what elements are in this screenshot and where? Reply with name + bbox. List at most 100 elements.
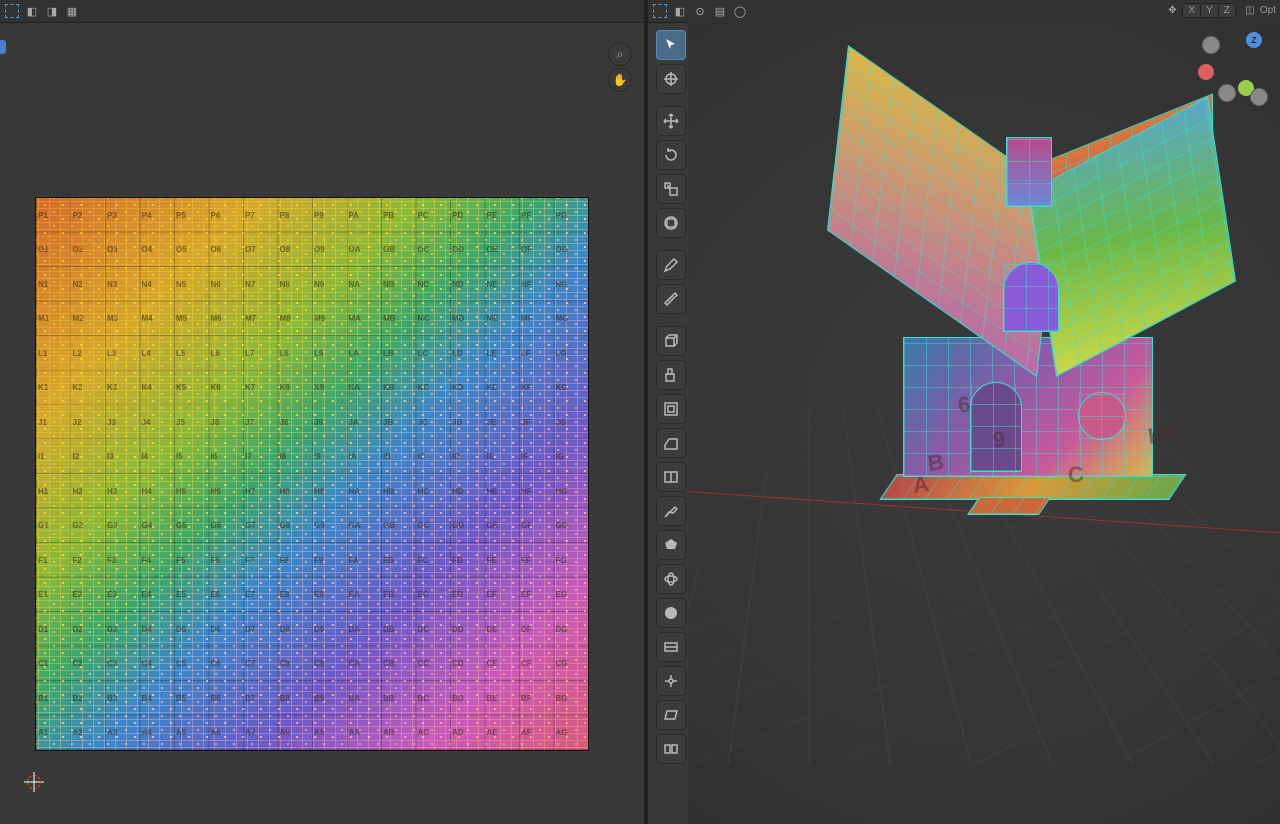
uv-cell-label: P4: [140, 198, 175, 233]
mode-icon[interactable]: ◧: [24, 3, 40, 19]
uv-cell-label: B8: [278, 681, 313, 716]
move-tool[interactable]: [656, 106, 686, 136]
uv-cell-label: FA: [347, 543, 382, 578]
uv-cell-label: A8: [278, 716, 313, 751]
axis-neg-ball[interactable]: [1218, 84, 1236, 102]
axis-neg-ball[interactable]: [1250, 88, 1268, 106]
uv-cell-label: BD: [450, 681, 485, 716]
select-box-icon[interactable]: [652, 3, 668, 19]
uv-cell-label: F4: [140, 543, 175, 578]
uv-cell-label: NF: [519, 267, 554, 302]
uv-cell-label: NC: [416, 267, 451, 302]
uv-cell-label: ME: [485, 302, 520, 337]
uv-cell-label: BC: [416, 681, 451, 716]
uv-cell-label: BE: [485, 681, 520, 716]
axis-neg-ball[interactable]: [1202, 36, 1220, 54]
uv-cell-label: D4: [140, 612, 175, 647]
proportional-icon[interactable]: ◯: [732, 3, 748, 19]
transform-tool[interactable]: [656, 208, 686, 238]
polybuild-tool[interactable]: [656, 530, 686, 560]
rip-tool[interactable]: [656, 734, 686, 764]
options-label[interactable]: Opt: [1260, 5, 1276, 16]
3d-viewport-header: ◧ ⊙ ▤ ◯ ✥ X Y Z ◫ Opt: [648, 0, 1280, 23]
uv-cell-label: J7: [243, 405, 278, 440]
uv-cell-label: A5: [174, 716, 209, 751]
uv-cell-label: KD: [450, 371, 485, 406]
uv-cell-label: C3: [105, 647, 140, 682]
uv-cell-label: J3: [105, 405, 140, 440]
pivot-icon[interactable]: ◨: [44, 3, 60, 19]
snap-icon[interactable]: ▦: [64, 3, 80, 19]
uv-cell-label: CE: [485, 647, 520, 682]
select-tool[interactable]: [656, 30, 686, 60]
overlays-icon[interactable]: ◫: [1242, 2, 1258, 18]
uv-cell-label: MD: [450, 302, 485, 337]
rotate-tool[interactable]: [656, 140, 686, 170]
inset-tool[interactable]: [656, 394, 686, 424]
uv-cell-label: I4: [140, 440, 175, 475]
uv-cell-label: JE: [485, 405, 520, 440]
uv-cell-label: O4: [140, 233, 175, 268]
uv-cell-label: GA: [347, 509, 382, 544]
uv-editor-panel: ◧ ◨ ▦ ⌕ ✋ P1P2P3P4P5P6P7P8P9PAPBPCPDPEPF…: [0, 0, 644, 824]
header-right-cluster: ✥ X Y Z ◫ Opt: [1164, 2, 1276, 18]
uv-cell-label: NB: [381, 267, 416, 302]
pan-icon[interactable]: ✋: [608, 68, 632, 92]
axis-z-ball[interactable]: Z: [1246, 32, 1262, 48]
annotate-tool[interactable]: [656, 250, 686, 280]
axis-x-toggle[interactable]: X: [1183, 4, 1201, 17]
uv-cell-label: LB: [381, 336, 416, 371]
add-cube-tool[interactable]: [656, 326, 686, 356]
uv-cell-label: N5: [174, 267, 209, 302]
uv-cell-label: DB: [381, 612, 416, 647]
extrude-tool[interactable]: [656, 360, 686, 390]
axis-z-toggle[interactable]: Z: [1219, 4, 1235, 17]
uv-cell-label: L4: [140, 336, 175, 371]
measure-tool[interactable]: [656, 284, 686, 314]
axis-lock-toggle[interactable]: X Y Z: [1182, 3, 1235, 18]
pivot-icon[interactable]: ⊙: [692, 3, 708, 19]
uv-cell-label: E9: [312, 578, 347, 613]
uv-cell-label: J1: [36, 405, 71, 440]
uv-cell-label: E7: [243, 578, 278, 613]
uv-cell-label: GG: [554, 509, 589, 544]
scale-tool[interactable]: [656, 174, 686, 204]
snap-icon[interactable]: ▤: [712, 3, 728, 19]
nav-gizmo[interactable]: Z: [1198, 32, 1262, 96]
uv-cell-label: IF: [519, 440, 554, 475]
uv-canvas[interactable]: P1P2P3P4P5P6P7P8P9PAPBPCPDPEPFPGO1O2O3O4…: [36, 198, 588, 750]
shrink-tool[interactable]: [656, 666, 686, 696]
mode-icon[interactable]: ◧: [672, 3, 688, 19]
uv-cell-label: O6: [209, 233, 244, 268]
uv-cell-label: K2: [71, 371, 106, 406]
uv-cell-label: DD: [450, 612, 485, 647]
uv-cell-label: PD: [450, 198, 485, 233]
axis-y-toggle[interactable]: Y: [1201, 4, 1219, 17]
uv-cell-label: C7: [243, 647, 278, 682]
uv-cell-label: I8: [278, 440, 313, 475]
uv-cell-label: K1: [36, 371, 71, 406]
uv-cell-label: FD: [450, 543, 485, 578]
3d-viewport[interactable]: H5 6 9 B A C: [688, 22, 1280, 824]
uv-cell-label: I3: [105, 440, 140, 475]
zoom-icon[interactable]: ⌕: [608, 42, 632, 66]
loopcut-tool[interactable]: [656, 462, 686, 492]
select-box-icon[interactable]: [4, 3, 20, 19]
slide-tool[interactable]: [656, 632, 686, 662]
uv-cell-label: AA: [347, 716, 382, 751]
uv-cell-label: MA: [347, 302, 382, 337]
uv-cell-label: AF: [519, 716, 554, 751]
uv-cell-label: M4: [140, 302, 175, 337]
axis-x-ball[interactable]: [1198, 64, 1214, 80]
shear-tool[interactable]: [656, 700, 686, 730]
gizmo-toggle-icon[interactable]: ✥: [1164, 2, 1180, 18]
uv-cell-label: IC: [416, 440, 451, 475]
smooth-tool[interactable]: [656, 598, 686, 628]
uv-cell-label: EC: [416, 578, 451, 613]
uv-cell-label: H2: [71, 474, 106, 509]
knife-tool[interactable]: [656, 496, 686, 526]
cursor-tool[interactable]: [656, 64, 686, 94]
bevel-tool[interactable]: [656, 428, 686, 458]
side-tab[interactable]: [0, 40, 6, 54]
spin-tool[interactable]: [656, 564, 686, 594]
